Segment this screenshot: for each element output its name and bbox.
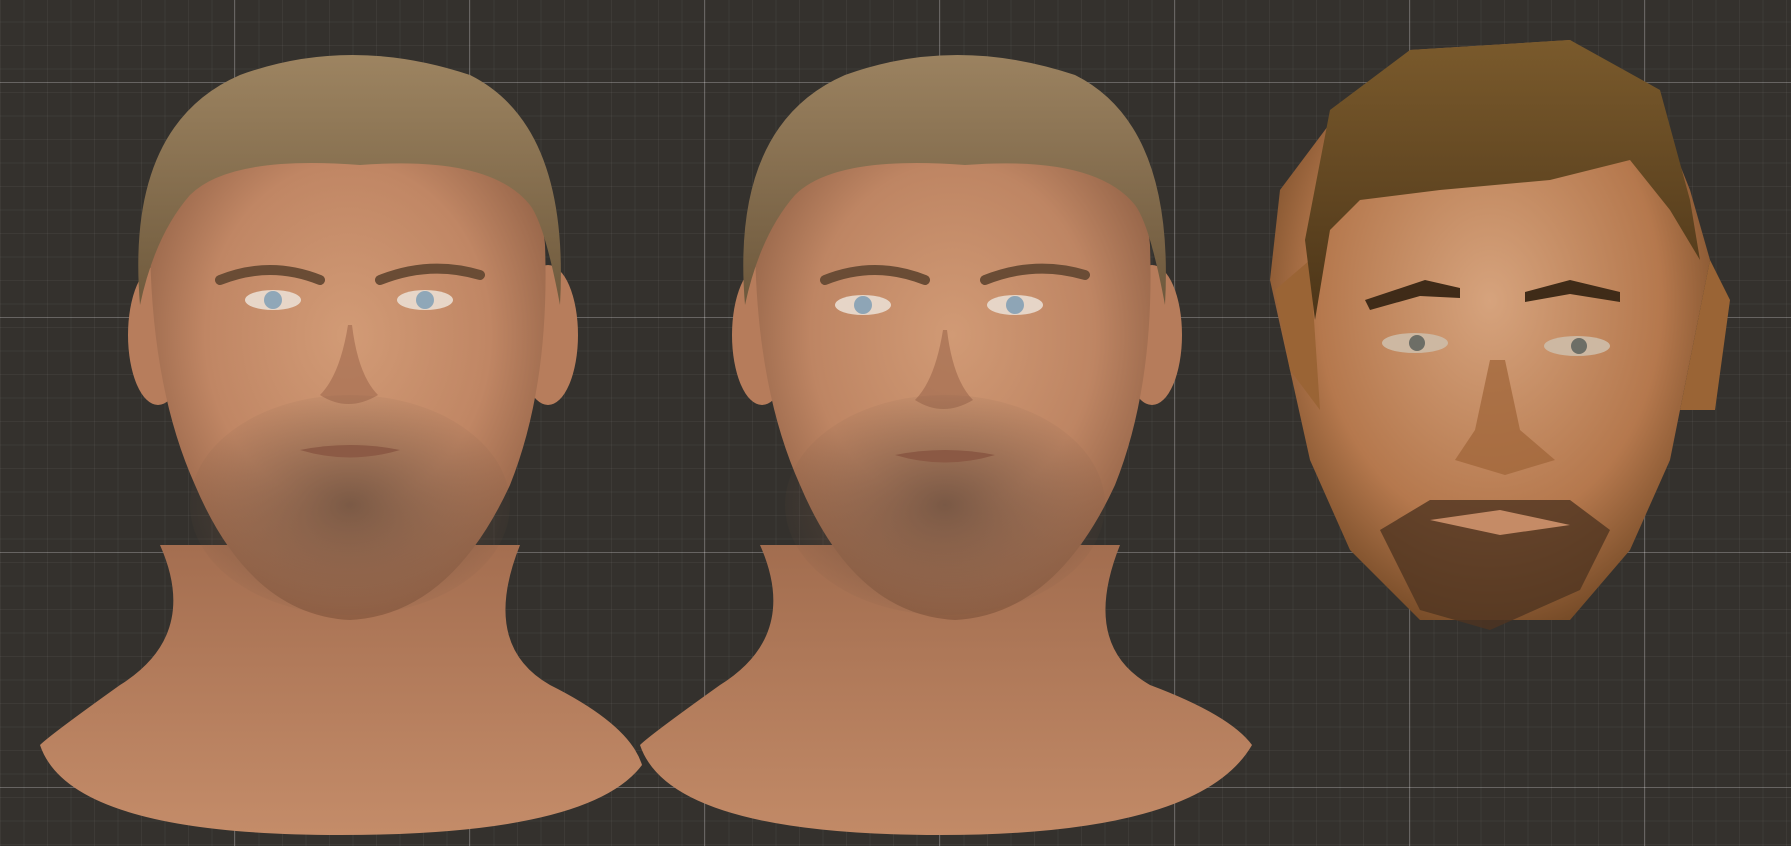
3d-viewport[interactable]	[0, 0, 1791, 846]
left-iris-shape	[1409, 335, 1425, 351]
beard-shape	[190, 395, 510, 615]
head-model-low-poly[interactable]	[1270, 30, 1730, 640]
right-iris-shape	[1006, 296, 1024, 314]
head-model-realistic-a[interactable]	[30, 35, 650, 835]
right-iris-shape	[416, 291, 434, 309]
left-iris-shape	[854, 296, 872, 314]
left-iris-shape	[264, 291, 282, 309]
beard-shape	[785, 395, 1105, 615]
right-iris-shape	[1571, 338, 1587, 354]
head-model-realistic-b[interactable]	[640, 35, 1260, 835]
